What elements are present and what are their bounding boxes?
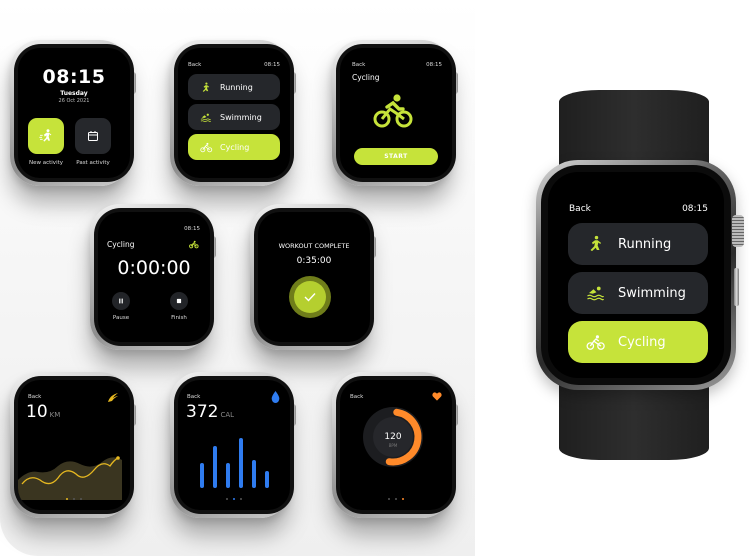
activity-item-running[interactable]: Running [568, 223, 708, 265]
watch-home: 08:15 Tuesday 26 Oct 2021 New activity P… [10, 40, 138, 186]
back-button[interactable]: Back [350, 394, 363, 400]
activity-item-label: Cycling [618, 334, 666, 350]
start-screen: Back 08:15 Cycling START [340, 48, 452, 178]
page-indicator [178, 498, 290, 500]
workout-duration: 0:35:00 [296, 256, 332, 266]
calorie-bar [252, 460, 256, 488]
status-time: 08:15 [184, 226, 200, 232]
activity-item-running[interactable]: Running [188, 74, 280, 100]
watch-workout-complete: WORKOUT COMPLETE 0:35:00 [250, 204, 378, 350]
new-activity-button[interactable] [28, 118, 64, 154]
calorie-bar [226, 463, 230, 488]
activity-item-label: Running [618, 236, 672, 252]
calorie-bar [265, 471, 269, 488]
home-screen: 08:15 Tuesday 26 Oct 2021 New activity P… [18, 48, 130, 178]
elapsed-timer: 0:00:00 [117, 257, 191, 279]
status-time: 08:15 [264, 62, 280, 68]
heart-rate-unit: BPM [389, 443, 398, 448]
watch-start: Back 08:15 Cycling START [332, 40, 460, 186]
distance-chart [18, 456, 122, 500]
finish-label: Finish [171, 315, 187, 321]
start-button[interactable]: START [354, 148, 438, 165]
back-button[interactable]: Back [352, 62, 365, 68]
watch-heart-rate: Back 120 BPM [332, 372, 460, 518]
swimming-icon [200, 112, 214, 123]
activity-item-label: Running [220, 82, 253, 92]
timer-screen: 08:15 Cycling 0:00:00 Pause Finish [98, 212, 210, 342]
watch-timer: 08:15 Cycling 0:00:00 Pause Finish [90, 204, 218, 350]
drop-icon [271, 391, 280, 403]
calories-value: 372 CAL [186, 402, 235, 422]
activity-item-cycling[interactable]: Cycling [568, 321, 708, 363]
featured-activity-list-screen: Back 08:15 Running Swimming Cycling [548, 172, 724, 378]
finish-button[interactable] [170, 292, 188, 310]
distance-screen: Back 10 KM [18, 380, 130, 510]
activity-title: Cycling [107, 240, 135, 249]
back-button[interactable]: Back [187, 394, 200, 400]
pause-button[interactable] [112, 292, 130, 310]
past-activity-label: Past activity [76, 160, 110, 166]
calorie-bar [239, 438, 243, 488]
distance-value: 10 KM [26, 402, 61, 422]
running-icon [200, 82, 214, 93]
past-activity-button[interactable] [75, 118, 111, 154]
home-time: 08:15 [42, 66, 106, 88]
page-indicator [18, 498, 130, 500]
heart-icon [432, 392, 442, 401]
activity-item-label: Cycling [220, 142, 250, 152]
status-time: 08:15 [426, 62, 442, 68]
cycling-icon [189, 240, 199, 249]
activity-title: Cycling [352, 73, 380, 82]
confirm-button[interactable] [289, 276, 331, 318]
pause-label: Pause [112, 315, 130, 321]
running-icon [586, 235, 606, 253]
stop-icon [176, 298, 182, 304]
complete-title: WORKOUT COMPLETE [278, 242, 350, 250]
watch-calories: Back 372 CAL [170, 372, 298, 518]
cycling-icon [200, 142, 214, 153]
cycling-icon [373, 94, 413, 128]
activity-item-swimming[interactable]: Swimming [568, 272, 708, 314]
calories-chart [200, 432, 276, 488]
watch-activity-list: Back 08:15 Running Swimming Cycling [170, 40, 298, 186]
activity-item-cycling[interactable]: Cycling [188, 134, 280, 160]
calories-screen: Back 372 CAL [178, 380, 290, 510]
running-icon [39, 129, 52, 142]
activity-item-swimming[interactable]: Swimming [188, 104, 280, 130]
heart-rate-gauge: 120 BPM [363, 407, 423, 467]
checkmark-icon [304, 293, 316, 302]
calendar-icon [88, 131, 98, 141]
heart-rate-value: 120 [384, 432, 401, 442]
back-button[interactable]: Back [28, 394, 41, 400]
complete-screen: WORKOUT COMPLETE 0:35:00 [258, 212, 370, 342]
featured-watch: Back 08:15 Running Swimming Cycling [536, 90, 749, 460]
activity-item-label: Swimming [618, 285, 686, 301]
back-button[interactable]: Back [569, 204, 591, 214]
status-time: 08:15 [682, 204, 708, 214]
activity-item-label: Swimming [220, 112, 262, 122]
calorie-bar [213, 446, 217, 488]
heart-rate-screen: Back 120 BPM [340, 380, 452, 510]
home-date: 26 Oct 2021 [58, 98, 90, 104]
swimming-icon [586, 284, 606, 302]
watch-case: Back 08:15 Running Swimming Cycling [536, 160, 736, 390]
calorie-bar [200, 463, 204, 488]
pause-icon [119, 298, 123, 304]
digital-crown[interactable] [732, 215, 744, 247]
back-button[interactable]: Back [188, 62, 201, 68]
home-day: Tuesday [60, 90, 88, 97]
side-button[interactable] [734, 268, 739, 306]
activity-list-screen: Back 08:15 Running Swimming Cycling [178, 48, 290, 178]
wings-icon [108, 393, 118, 402]
page-indicator [340, 498, 452, 500]
cycling-icon [586, 334, 606, 351]
distance-endpoint [116, 456, 120, 460]
new-activity-label: New activity [28, 160, 64, 166]
watch-distance: Back 10 KM [10, 372, 138, 518]
